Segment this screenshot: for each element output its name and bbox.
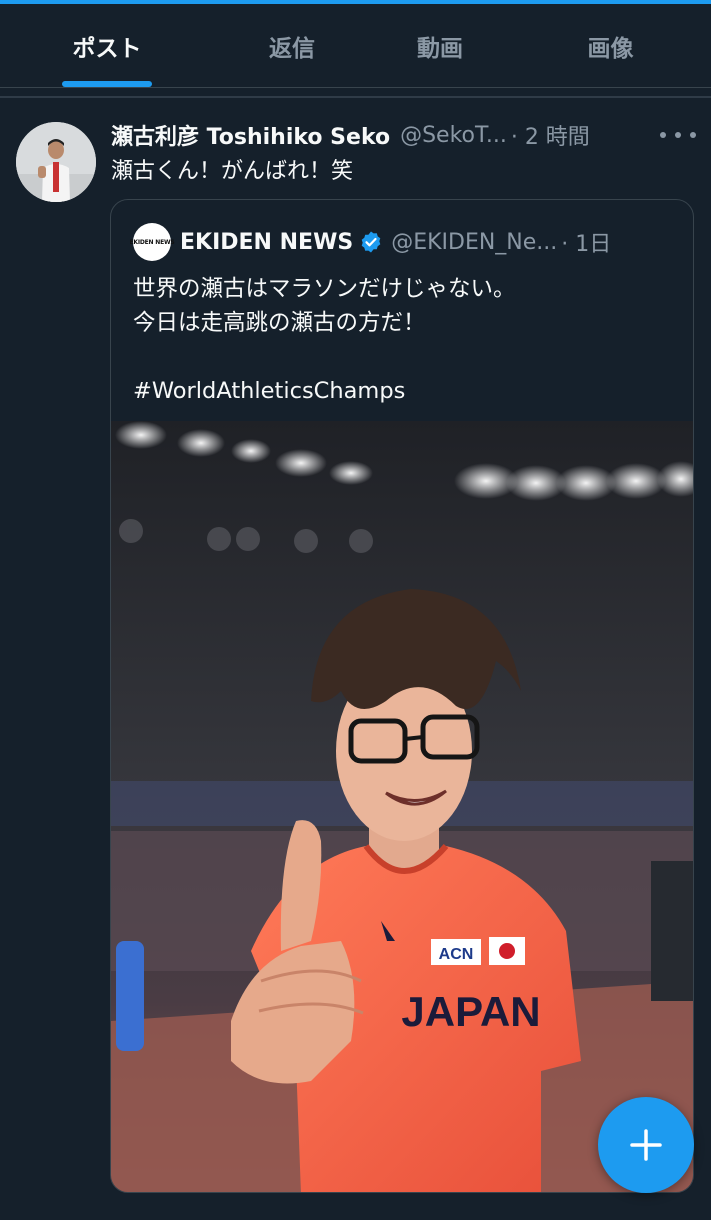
jersey-text: JAPAN — [401, 988, 540, 1035]
post-header: 瀬古利彦 Toshihiko Seko @SekoT... · 2 時間 — [111, 117, 671, 153]
quoted-text-line — [133, 340, 673, 374]
author-name[interactable]: 瀬古利彦 Toshihiko Seko — [111, 119, 390, 151]
active-tab-indicator — [62, 81, 152, 87]
plus-icon — [630, 1129, 662, 1161]
tab-replies[interactable]: 返信 — [214, 4, 370, 87]
verified-badge-icon — [361, 231, 381, 253]
quoted-avatar-logo-text: EKIDEN NEWS — [129, 238, 175, 246]
sponsor-logo-text: ACN — [439, 946, 474, 963]
compose-button[interactable] — [598, 1097, 694, 1193]
quoted-post-header: EKIDEN NEWS EKIDEN NEWS @EKIDEN_Ne... · … — [129, 222, 673, 262]
author-handle[interactable]: @SekoT... — [400, 123, 507, 148]
quoted-post-card[interactable]: EKIDEN NEWS EKIDEN NEWS @EKIDEN_Ne... · … — [110, 199, 694, 1193]
tab-images-label: 画像 — [587, 35, 634, 62]
quoted-author-handle[interactable]: @EKIDEN_Ne... — [391, 230, 557, 255]
post-photo[interactable]: ACN JAPAN — [111, 421, 693, 1192]
athlete-photo: ACN JAPAN — [111, 421, 693, 1192]
author-avatar[interactable] — [16, 122, 96, 202]
post-text: 瀬古くん！がんばれ！笑 — [111, 159, 354, 184]
quoted-author-name[interactable]: EKIDEN NEWS — [180, 230, 353, 255]
hashtag-link[interactable]: #WorldAthleticsChamps — [133, 374, 673, 408]
quoted-post-timestamp[interactable]: · 1日 — [561, 226, 611, 258]
tab-posts[interactable]: ポスト — [0, 4, 214, 87]
profile-tabs: ポスト 返信 動画 画像 — [0, 4, 711, 88]
quoted-text-line: 今日は走高跳の瀬古の方だ！ — [133, 310, 426, 336]
section-divider — [0, 96, 711, 98]
tab-posts-label: ポスト — [72, 35, 142, 62]
post-timestamp[interactable]: · 2 時間 — [511, 119, 590, 151]
quoted-text-line: 世界の瀬古はマラソンだけじゃない。 — [133, 276, 516, 302]
quoted-post-text: 世界の瀬古はマラソンだけじゃない。 今日は走高跳の瀬古の方だ！ #WorldAt… — [133, 272, 673, 408]
tab-videos[interactable]: 動画 — [370, 4, 510, 87]
avatar-photo — [16, 122, 96, 202]
tab-replies-label: 返信 — [269, 35, 315, 62]
tab-images[interactable]: 画像 — [510, 4, 711, 87]
tab-videos-label: 動画 — [417, 35, 463, 62]
quoted-author-avatar[interactable]: EKIDEN NEWS — [129, 223, 175, 261]
ellipsis-icon[interactable] — [660, 122, 696, 148]
